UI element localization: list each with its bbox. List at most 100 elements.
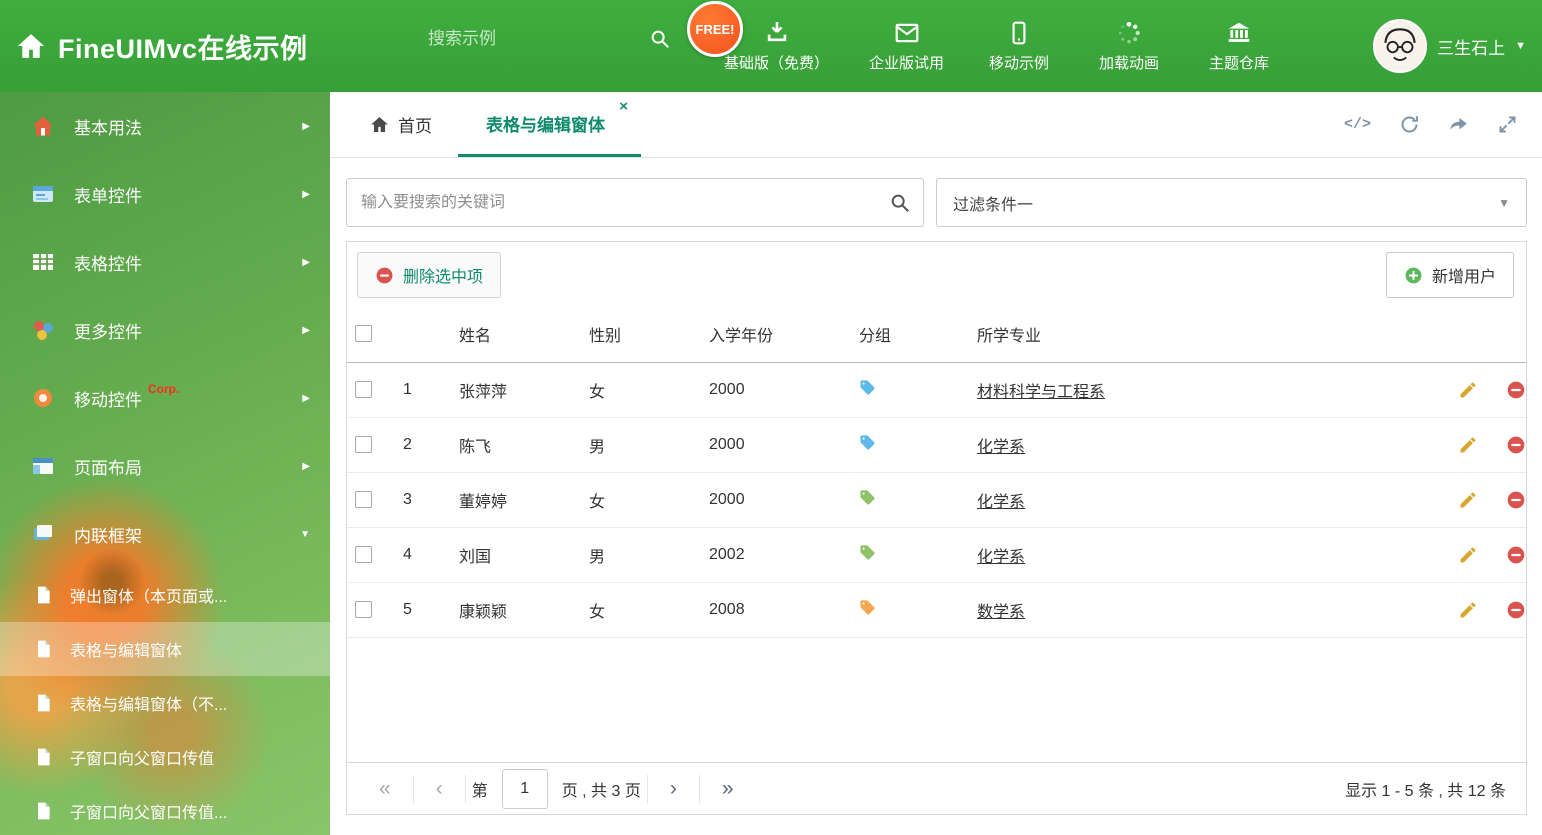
header-search xyxy=(428,28,669,50)
cell-name: 陈飞 xyxy=(451,417,581,473)
edit-icon[interactable] xyxy=(1458,600,1478,620)
page-number-input[interactable] xyxy=(501,768,548,809)
delete-icon[interactable] xyxy=(1506,435,1526,455)
mobile-icon xyxy=(1006,20,1032,46)
user-avatar xyxy=(1373,19,1428,73)
table-row: 3 董婷婷 女 2000 化学系 xyxy=(347,472,1526,528)
home-icon xyxy=(16,31,46,61)
more-controls-icon xyxy=(30,317,56,343)
major-link[interactable]: 数学系 xyxy=(977,604,1025,621)
filter-dropdown[interactable]: 过滤条件一 ▼ xyxy=(936,178,1527,227)
next-page-button[interactable]: › xyxy=(648,778,699,799)
delete-icon[interactable] xyxy=(1506,490,1526,510)
nav-enterprise-trial[interactable]: 企业版试用 xyxy=(869,20,944,73)
sidebar-item-form-controls[interactable]: 表单控件 ▶ xyxy=(0,160,330,228)
nav-loading-animation[interactable]: 加载动画 xyxy=(1094,20,1164,73)
app-brand[interactable]: FineUIMvc在线示例 xyxy=(16,0,308,92)
column-header-year[interactable]: 入学年份 xyxy=(701,306,851,363)
sidebar-item-page-layout[interactable]: 页面布局 ▶ xyxy=(0,432,330,500)
download-icon xyxy=(764,20,790,46)
sidebar-item-mobile-controls[interactable]: 移动控件 Corp. ▶ xyxy=(0,364,330,432)
edit-icon[interactable] xyxy=(1458,380,1478,400)
delete-selected-button[interactable]: 删除选中项 xyxy=(357,252,502,298)
form-icon xyxy=(30,181,56,207)
refresh-icon[interactable] xyxy=(1399,114,1420,135)
sidebar-item-basic-usage[interactable]: 基本用法 ▶ xyxy=(0,92,330,160)
row-checkbox[interactable] xyxy=(355,546,372,563)
share-icon[interactable] xyxy=(1448,114,1469,135)
sidebar-subitem-grid-edit-window[interactable]: 表格与编辑窗体 xyxy=(0,622,330,676)
chevron-right-icon: ▶ xyxy=(302,460,310,472)
major-link[interactable]: 化学系 xyxy=(977,439,1025,456)
view-source-icon[interactable]: </> xyxy=(1344,116,1371,133)
row-checkbox[interactable] xyxy=(355,436,372,453)
row-number: 5 xyxy=(395,582,451,638)
delete-icon[interactable] xyxy=(1506,545,1526,565)
add-user-button[interactable]: 新增用户 xyxy=(1385,252,1514,298)
tab-grid-edit-window[interactable]: 表格与编辑窗体 × xyxy=(458,92,641,157)
row-number: 4 xyxy=(395,527,451,583)
tag-icon xyxy=(859,599,876,616)
main-content: 首页 表格与编辑窗体 × </> 过滤条件一 ▼ xyxy=(330,92,1542,835)
chevron-right-icon: ▶ xyxy=(302,120,310,132)
sidebar-item-grid-controls[interactable]: 表格控件 ▶ xyxy=(0,228,330,296)
edit-icon[interactable] xyxy=(1458,545,1478,565)
select-all-checkbox[interactable] xyxy=(355,325,372,343)
delete-icon[interactable] xyxy=(1506,600,1526,620)
mobile-controls-icon xyxy=(30,385,56,411)
user-table: 姓名 性别 入学年份 分组 所学专业 1 张萍萍 女 2000 材料科学与工程系 xyxy=(347,306,1526,638)
row-checkbox[interactable] xyxy=(355,491,372,508)
column-header-group[interactable]: 分组 xyxy=(851,306,969,363)
cell-gender: 女 xyxy=(581,362,701,418)
grid-empty-space xyxy=(347,638,1526,763)
cell-name: 董婷婷 xyxy=(451,472,581,528)
delete-icon[interactable] xyxy=(1506,380,1526,400)
sidebar-subitem-grid-edit-window-alt[interactable]: 表格与编辑窗体（不... xyxy=(0,676,330,730)
edit-icon[interactable] xyxy=(1458,490,1478,510)
sidebar-item-iframe[interactable]: 内联框架 ▼ xyxy=(0,500,330,568)
cell-year: 2002 xyxy=(701,527,851,583)
edit-icon[interactable] xyxy=(1458,435,1478,455)
cell-year: 2000 xyxy=(701,472,851,528)
sidebar-subitem-popup-window[interactable]: 弹出窗体（本页面或... xyxy=(0,568,330,622)
header-search-input[interactable] xyxy=(428,29,649,49)
column-header-major[interactable]: 所学专业 xyxy=(969,306,1414,363)
tag-icon xyxy=(859,379,876,396)
caret-down-icon: ▼ xyxy=(1515,40,1526,52)
major-link[interactable]: 化学系 xyxy=(977,549,1025,566)
last-page-button[interactable]: » xyxy=(700,778,756,799)
major-link[interactable]: 化学系 xyxy=(977,494,1025,511)
user-menu[interactable]: 三生石上 ▼ xyxy=(1373,0,1526,92)
page-prefix-label: 第 xyxy=(471,782,488,800)
column-header-gender[interactable]: 性别 xyxy=(581,306,701,363)
corp-badge: Corp. xyxy=(148,382,180,396)
nav-theme-repo[interactable]: 主题仓库 xyxy=(1204,20,1274,73)
table-header-row: 姓名 性别 入学年份 分组 所学专业 xyxy=(347,306,1526,363)
nav-mobile-demo[interactable]: 移动示例 xyxy=(984,20,1054,73)
search-icon[interactable] xyxy=(649,28,671,50)
free-badge: FREE! xyxy=(687,1,743,57)
column-header-name[interactable]: 姓名 xyxy=(451,306,581,363)
row-number: 2 xyxy=(395,417,451,473)
row-checkbox[interactable] xyxy=(355,601,372,618)
table-row: 4 刘国 男 2002 化学系 xyxy=(347,527,1526,583)
major-link[interactable]: 材料科学与工程系 xyxy=(977,384,1105,401)
row-checkbox[interactable] xyxy=(355,381,372,398)
close-icon[interactable]: × xyxy=(619,98,628,115)
cell-year: 2000 xyxy=(701,417,851,473)
table-row: 5 康颖颖 女 2008 数学系 xyxy=(347,582,1526,638)
prev-page-button[interactable]: ‹ xyxy=(414,778,465,799)
expand-icon[interactable] xyxy=(1497,114,1518,135)
sidebar-item-more-controls[interactable]: 更多控件 ▶ xyxy=(0,296,330,364)
tag-icon xyxy=(859,544,876,561)
filter-row: 过滤条件一 ▼ xyxy=(346,178,1527,227)
file-icon xyxy=(32,638,54,660)
sidebar-subitem-child-to-parent[interactable]: 子窗口向父窗口传值 xyxy=(0,730,330,784)
sidebar-subitem-child-to-parent-alt[interactable]: 子窗口向父窗口传值... xyxy=(0,784,330,835)
search-icon[interactable] xyxy=(889,192,911,214)
app-header: FineUIMvc在线示例 FREE! 基础版（免费） 企业版试用 移动示例 xyxy=(0,0,1542,92)
keyword-search-input[interactable] xyxy=(361,193,889,212)
cell-name: 刘国 xyxy=(451,527,581,583)
first-page-button[interactable]: « xyxy=(357,778,413,799)
tab-home[interactable]: 首页 xyxy=(344,92,458,157)
